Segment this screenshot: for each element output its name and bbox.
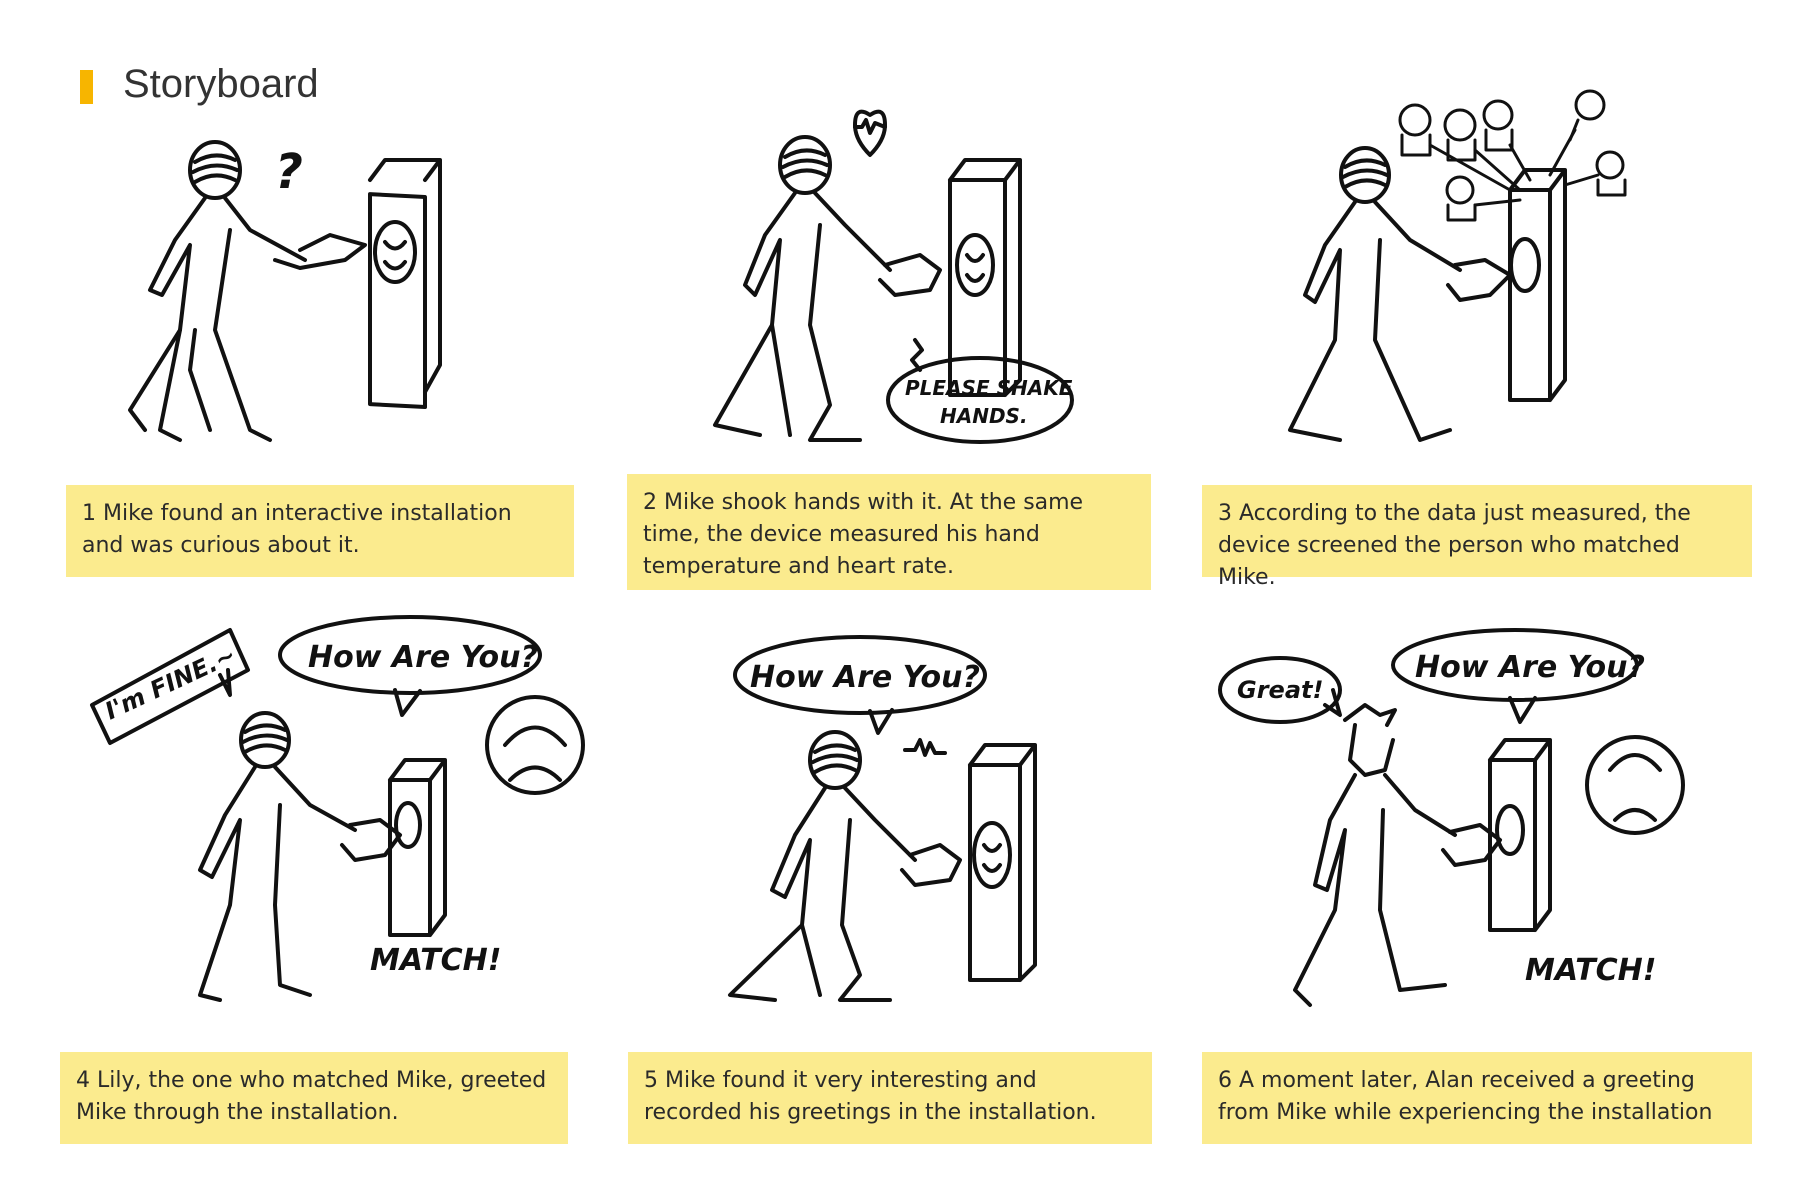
- storyboard-panel-4: I'm FINE.~ How Are You? MATCH!: [80, 615, 600, 1015]
- storyboard-panel-2: PLEASE SHAKE HANDS.: [690, 105, 1074, 455]
- caption-text: 2 Mike shook hands with it. At the same …: [643, 490, 1084, 579]
- storyboard-panel-1: ?: [100, 130, 500, 460]
- caption-panel-5: 5 Mike found it very interesting and rec…: [628, 1052, 1152, 1144]
- panel-6-sketch: Great! How Are You? MATCH!: [1218, 628, 1685, 1007]
- match-text: MATCH!: [370, 943, 501, 978]
- caption-panel-3: 3 According to the data just measured, t…: [1202, 485, 1752, 590]
- panel-1-sketch: ?: [128, 140, 442, 442]
- panel-4-sketch: I'm FINE.~ How Are You? MATCH!: [90, 615, 585, 1002]
- caption-text: 4 Lily, the one who matched Mike, greete…: [76, 1068, 547, 1125]
- caption-panel-2: 2 Mike shook hands with it. At the same …: [627, 474, 1151, 590]
- how-are-you-text: How Are You?: [750, 660, 980, 695]
- caption-panel-4: 4 Lily, the one who matched Mike, greete…: [60, 1052, 568, 1144]
- storyboard-panel-5: How Are You?: [720, 625, 1090, 1015]
- storyboard-panel-3: [1280, 89, 1660, 470]
- caption-text: 6 A moment later, Alan received a greeti…: [1218, 1068, 1713, 1125]
- please-shake-text: PLEASE SHAKE: [905, 376, 1073, 400]
- caption-text: 5 Mike found it very interesting and rec…: [644, 1068, 1097, 1125]
- hands-text: HANDS.: [940, 404, 1028, 428]
- caption-text: 3 According to the data just measured, t…: [1218, 501, 1691, 590]
- panel-2-sketch: PLEASE SHAKE HANDS.: [713, 109, 1074, 444]
- title-accent-bar: [80, 70, 93, 104]
- question-mark-text: ?: [275, 144, 303, 200]
- caption-text: 1 Mike found an interactive installation…: [82, 501, 512, 558]
- how-are-you-text: How Are You?: [1415, 650, 1645, 685]
- panel-5-sketch: How Are You?: [728, 635, 1037, 1002]
- caption-panel-1: 1 Mike found an interactive installation…: [66, 485, 574, 577]
- great-text: Great!: [1237, 676, 1323, 704]
- panel-3-sketch: [1288, 89, 1627, 442]
- match-text: MATCH!: [1525, 953, 1656, 988]
- how-are-you-text: How Are You?: [308, 640, 538, 675]
- storyboard-panel-6: Great! How Are You? MATCH!: [1215, 610, 1695, 1020]
- page-title: Storyboard: [123, 62, 319, 106]
- caption-panel-6: 6 A moment later, Alan received a greeti…: [1202, 1052, 1752, 1144]
